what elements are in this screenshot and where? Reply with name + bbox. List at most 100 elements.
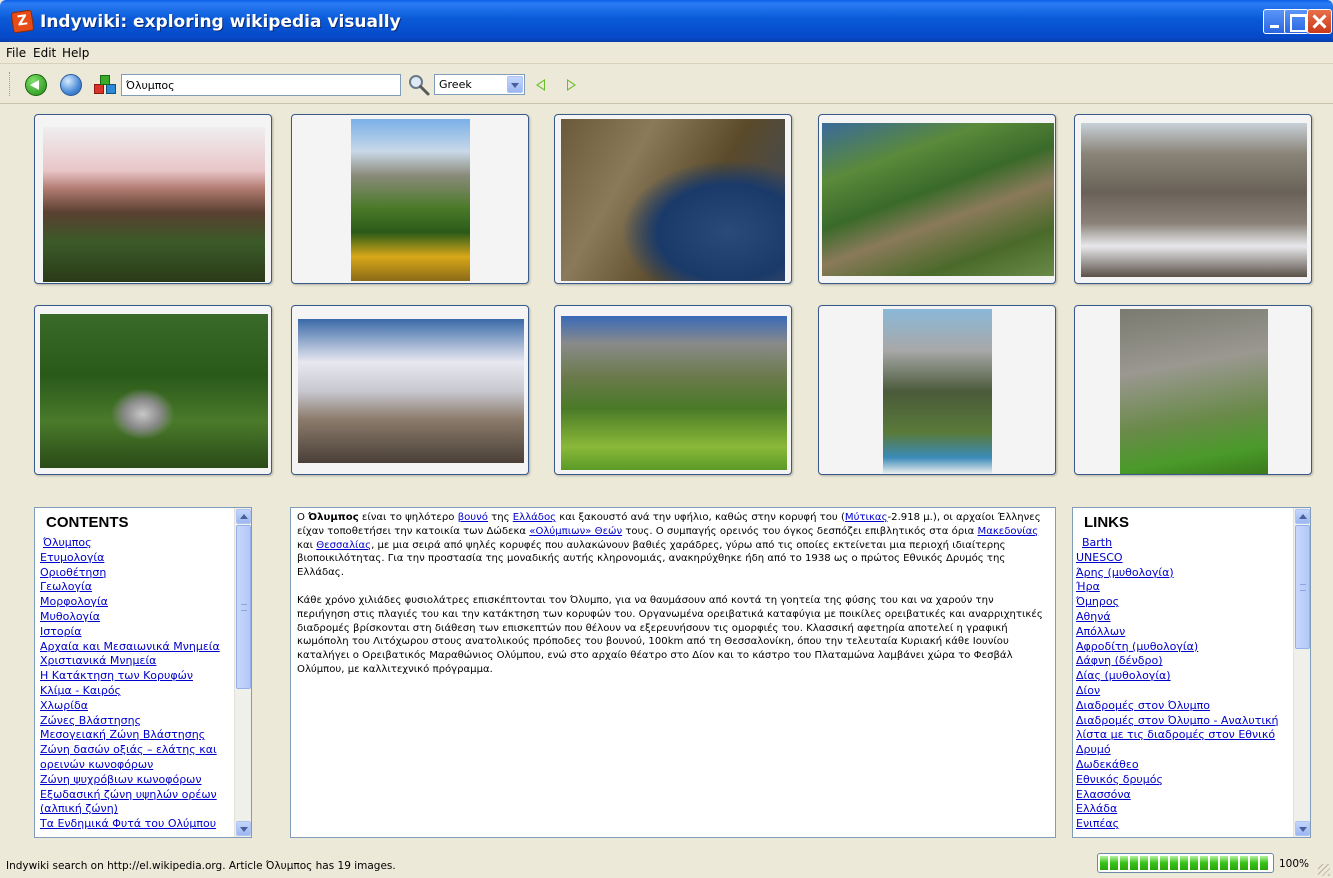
image-thumbnail[interactable] (291, 305, 529, 475)
contents-item[interactable]: Όλυμπος (40, 536, 233, 551)
scroll-down-icon[interactable] (1295, 821, 1310, 836)
contents-item[interactable]: Γεωλογία (40, 580, 233, 595)
search-icon[interactable] (407, 73, 431, 97)
progress-segment (1150, 856, 1158, 870)
app-logo-icon: Z (10, 9, 35, 34)
scroll-up-icon[interactable] (1295, 509, 1310, 524)
close-button[interactable] (1307, 9, 1332, 34)
contents-item[interactable]: Ετυμολογία (40, 551, 233, 566)
prev-arrow-icon[interactable] (536, 79, 545, 91)
article-link[interactable]: Ελλάδος (513, 512, 556, 523)
maximize-button[interactable] (1284, 9, 1309, 34)
contents-item[interactable]: Ζώνη δασών οξιάς – ελάτης και (40, 743, 233, 758)
links-item[interactable]: Εθνικός δρυμός (1076, 773, 1292, 788)
progress-segment (1100, 856, 1108, 870)
contents-item[interactable]: Τα Ενδημικά Φυτά του Ολύμπου (40, 817, 233, 832)
progress-segment (1160, 856, 1168, 870)
toolbar-grip[interactable] (9, 72, 12, 96)
links-item[interactable]: Ελλάδα (1076, 802, 1292, 817)
scroll-thumb[interactable] (236, 525, 251, 689)
contents-item[interactable]: Αρχαία και Μεσαιωνικά Μνημεία (40, 640, 233, 655)
scroll-thumb[interactable] (1295, 525, 1310, 649)
progress-segment (1240, 856, 1248, 870)
chevron-down-icon[interactable] (507, 76, 523, 93)
progress-segment (1120, 856, 1128, 870)
contents-item[interactable]: Οριοθέτηση (40, 566, 233, 581)
links-item[interactable]: Αφροδίτη (μυθολογία) (1076, 640, 1292, 655)
links-item[interactable]: Ενιπέας (1076, 817, 1292, 832)
links-item[interactable]: Δάφνη (δένδρο) (1076, 654, 1292, 669)
toolbar: Greek (0, 64, 1333, 104)
resize-grip[interactable] (1318, 864, 1330, 876)
contents-item[interactable]: Μυθολογία (40, 610, 233, 625)
article-text[interactable]: Ο Όλυμπος είναι το ψηλότερο βουνό της Ελ… (290, 507, 1056, 838)
article-link[interactable]: βουνό (458, 512, 488, 523)
next-arrow-icon[interactable] (567, 79, 576, 91)
links-item[interactable]: Δρυμό (1076, 743, 1292, 758)
chamois-photo (1120, 309, 1268, 474)
menu-file[interactable]: File (6, 46, 26, 60)
menu-edit[interactable]: Edit (33, 46, 56, 60)
links-item[interactable]: UNESCO (1076, 551, 1292, 566)
links-item[interactable]: Barth (1076, 536, 1292, 551)
links-item[interactable]: Διαδρομές στον Όλυμπο (1076, 699, 1292, 714)
contents-item[interactable]: (αλπική ζώνη) (40, 802, 233, 817)
links-item[interactable]: Απόλλων (1076, 625, 1292, 640)
menu-help[interactable]: Help (62, 46, 89, 60)
image-thumbnail[interactable] (554, 114, 792, 284)
image-thumbnail[interactable] (554, 305, 792, 475)
scroll-down-icon[interactable] (236, 821, 251, 836)
image-thumbnail[interactable] (818, 114, 1056, 284)
contents-item[interactable]: Η Κατάκτηση των Κορυφών (40, 669, 233, 684)
valley-photo (561, 316, 787, 470)
contents-panel[interactable]: CONTENTS Όλυμπος Ετυμολογία Οριοθέτηση Γ… (34, 507, 252, 838)
links-item[interactable]: Άρης (μυθολογία) (1076, 566, 1292, 581)
links-scrollbar[interactable] (1293, 508, 1310, 837)
image-thumbnail[interactable] (1074, 114, 1312, 284)
contents-item[interactable]: Χλωρίδα (40, 699, 233, 714)
contents-item[interactable]: Μεσογειακή Ζώνη Βλάστησης (40, 728, 233, 743)
language-select[interactable]: Greek (434, 74, 525, 95)
image-thumbnail[interactable] (291, 114, 529, 284)
title-bar[interactable]: Z Indywiki: exploring wikipedia visually (0, 0, 1333, 42)
article-link[interactable]: Θεσσαλίας (316, 540, 371, 551)
contents-item[interactable]: ορεινών κωνοφόρων (40, 758, 233, 773)
article-paragraph: Ο Όλυμπος είναι το ψηλότερο βουνό της Ελ… (297, 512, 1041, 579)
image-thumbnail[interactable] (1074, 305, 1312, 475)
links-item[interactable]: Αθηνά (1076, 610, 1292, 625)
contents-item[interactable]: Ζώνες Βλάστησης (40, 714, 233, 729)
progress-bar (1097, 853, 1274, 873)
back-icon[interactable] (25, 74, 47, 96)
search-input[interactable] (121, 74, 401, 96)
links-item[interactable]: Δωδεκάθεο (1076, 758, 1292, 773)
links-item[interactable]: λίστα με τις διαδρομές στον Εθνικό (1076, 728, 1292, 743)
links-item[interactable]: Ήρα (1076, 580, 1292, 595)
article-link[interactable]: «Ολύμπιων» Θεών (529, 526, 622, 537)
progress-segment (1220, 856, 1228, 870)
cubes-icon[interactable] (94, 74, 118, 96)
contents-item[interactable]: Κλίμα - Καιρός (40, 684, 233, 699)
contents-item[interactable]: Ζώνη ψυχρόβιων κωνοφόρων (40, 773, 233, 788)
contents-item[interactable]: Χριστιανικά Μνημεία (40, 654, 233, 669)
image-thumbnail[interactable] (34, 305, 272, 475)
links-item[interactable]: Δίον (1076, 684, 1292, 699)
progress-segment (1210, 856, 1218, 870)
article-link[interactable]: Μακεδονίας (977, 526, 1038, 537)
links-item[interactable]: Διαδρομές στον Όλυμπο - Αναλυτική (1076, 714, 1292, 729)
links-item[interactable]: Ελασσόνα (1076, 788, 1292, 803)
autumn-forest-photo (351, 119, 470, 281)
image-thumbnail[interactable] (818, 305, 1056, 475)
globe-icon[interactable] (60, 74, 82, 96)
links-list: Barth UNESCO Άρης (μυθολογία) Ήρα Όμηρος… (1076, 536, 1292, 832)
contents-scrollbar[interactable] (234, 508, 251, 837)
contents-item[interactable]: Μορφολογία (40, 595, 233, 610)
scroll-up-icon[interactable] (236, 509, 251, 524)
contents-item[interactable]: Ιστορία (40, 625, 233, 640)
contents-item[interactable]: Εξωδασική ζώνη υψηλών ορέων (40, 788, 233, 803)
links-item[interactable]: Όμηρος (1076, 595, 1292, 610)
article-link[interactable]: Μύτικας (845, 512, 888, 523)
image-thumbnail[interactable] (34, 114, 272, 284)
window-title: Indywiki: exploring wikipedia visually (40, 12, 401, 32)
links-panel[interactable]: LINKS Barth UNESCO Άρης (μυθολογία) Ήρα … (1072, 507, 1311, 838)
links-item[interactable]: Δίας (μυθολογία) (1076, 669, 1292, 684)
